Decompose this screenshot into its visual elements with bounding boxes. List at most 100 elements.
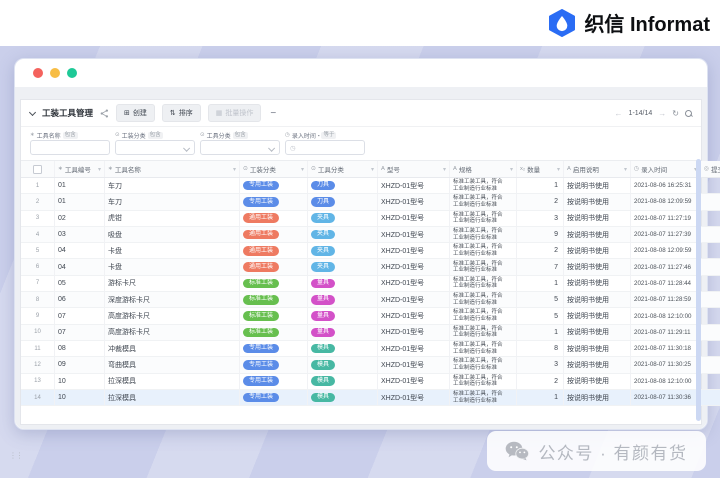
row-drag-handle[interactable]: ⋮⋮	[9, 447, 24, 463]
column-label: 提交者	[711, 167, 720, 174]
table-row[interactable]: 11 08 冲裁模具 专用工装 模具 XHZD-01型号 标准工装工具，符合 工业制造行业标准…	[21, 340, 720, 358]
tag-badge: 通用工装	[243, 213, 280, 224]
filter-operator-badge: 包含	[147, 131, 163, 139]
star-field-icon: ∗	[108, 166, 113, 172]
search-icon[interactable]	[685, 109, 692, 117]
filter-label: ⊙ 工装分类 包含	[115, 130, 195, 140]
table-row[interactable]: 1 01 车刀 专用工装 刀具 XHZD-01型号 标准工装工具，符合 工业制造行业标准 1 按说…	[21, 177, 720, 195]
column-menu-caret-icon[interactable]: ▾	[557, 166, 560, 173]
create-button[interactable]: ⊞ 创建	[116, 104, 155, 122]
filter-entry-time-input[interactable]: ◷	[285, 140, 365, 155]
filter-tooling-category-select[interactable]	[115, 140, 195, 155]
table-row[interactable]: 10 07 高度游标卡尺 标准工装 量具 XHZD-01型号 标准工装工具，符合 工业制造行业…	[21, 324, 720, 341]
brand-name: 织信 Informat	[584, 14, 710, 36]
batch-actions-label: 批量操作	[225, 110, 254, 117]
prev-page-arrow[interactable]: ←	[615, 109, 623, 118]
filter-tool-category-select[interactable]	[200, 140, 280, 155]
cell-row-index: 4	[21, 226, 55, 244]
cell-model: XHZD-01型号	[377, 193, 450, 211]
column-header-category[interactable]: ⊙ 工装分类 ▾	[239, 161, 308, 178]
table-row[interactable]: 2 01 车刀 专用工装 刀具 XHZD-01型号 标准工装工具，符合 工业制造行业标准 2 按说…	[21, 193, 720, 211]
cell-tool-type: 模具	[307, 340, 378, 358]
cell-model: XHZD-01型号	[377, 307, 450, 325]
column-header-code[interactable]: ∗ 工具编号 ▾	[54, 161, 105, 178]
cell-code: 09	[54, 356, 105, 374]
column-menu-caret-icon[interactable]: ▾	[443, 166, 446, 173]
minus-button[interactable]: −	[270, 108, 276, 119]
batch-actions-button[interactable]: ▦ 批量操作	[207, 104, 262, 122]
table-row[interactable]: 9 07 高度游标卡尺 标准工装 量具 XHZD-01型号 标准工装工具，符合 工业制造行业标…	[21, 307, 720, 325]
brand-hexagon-icon	[549, 8, 576, 37]
grid-icon: ▦	[215, 109, 223, 117]
cell-name: 卡盘	[104, 242, 240, 260]
table-row[interactable]: 14 10 拉深模具 专用工装 模具 XHZD-01型号 标准工装工具，符合 工业制造行业标准…	[21, 389, 720, 407]
window-close-button[interactable]	[33, 68, 43, 78]
table-row[interactable]: 6 04 卡盘 通用工装 夹具 XHZD-01型号 标准工装工具，符合 工业制造行业标准 7 按说…	[21, 258, 720, 276]
column-menu-caret-icon[interactable]: ▾	[98, 166, 101, 173]
sort-button-label: 排序	[178, 110, 193, 117]
column-menu-caret-icon[interactable]: ▾	[233, 166, 236, 173]
spec-line: 标准工装工具，符合	[453, 227, 503, 234]
column-menu-caret-icon[interactable]: ▾	[371, 166, 374, 173]
column-header-spec[interactable]: A 规格 ▾	[449, 161, 517, 178]
column-menu-caret-icon[interactable]: ▾	[510, 166, 513, 173]
cell-note: 按说明书使用	[563, 258, 631, 276]
cell-submitter	[700, 356, 720, 374]
option-field-icon: ⊙	[200, 132, 205, 138]
filter-field-name: 工具分类	[206, 133, 231, 140]
sort-button[interactable]: ⇅ 排序	[161, 104, 201, 122]
cell-time: 2021-08-08 12:09:59	[630, 242, 701, 260]
cell-category: 专用工装	[239, 177, 308, 195]
filter-tool-name-input[interactable]	[30, 140, 110, 155]
select-all-checkbox[interactable]	[33, 164, 42, 174]
cell-time: 2021-08-07 11:30:18	[630, 340, 701, 358]
spec-line: 工业制造行业标准	[453, 234, 498, 241]
vertical-scrollbar[interactable]	[696, 159, 701, 421]
table-row[interactable]: 12 09 弯曲模具 专用工装 模具 XHZD-01型号 标准工装工具，符合 工业制造行业标准…	[21, 356, 720, 374]
column-header-note[interactable]: A 启用说明 ▾	[563, 161, 631, 178]
cell-row-index: 2	[21, 193, 55, 211]
cell-time: 2021-08-07 11:30:36	[630, 389, 701, 407]
cell-time: 2021-08-08 12:09:59	[630, 193, 701, 211]
column-header-qty[interactable]: x₂ 数量 ▾	[516, 161, 564, 178]
cell-tool-type: 模具	[307, 389, 378, 407]
column-header-name[interactable]: ∗ 工具名称 ▾	[104, 161, 240, 178]
column-header-tool-type[interactable]: ⊙ 工具分类 ▾	[307, 161, 378, 178]
text-field-icon: A	[453, 166, 457, 172]
filter-label: ∗ 工具名称 包含	[30, 130, 110, 140]
cell-row-index: 6	[21, 258, 55, 276]
refresh-icon[interactable]: ↻	[672, 109, 679, 118]
text-field-icon: A	[381, 166, 385, 172]
column-header-select[interactable]	[21, 161, 55, 178]
window-minimize-button[interactable]	[50, 68, 60, 78]
table-row[interactable]: 8 06 深度游标卡尺 标准工装 量具 XHZD-01型号 标准工装工具，符合 工业制造行业标…	[21, 291, 720, 309]
cell-row-index: 7	[21, 275, 55, 293]
column-header-time[interactable]: ◷录入时间▾	[630, 161, 701, 178]
next-page-arrow[interactable]: →	[658, 109, 666, 118]
cell-tool-type: 夹具	[307, 226, 378, 244]
table-row[interactable]: 7 05 游标卡尺 标准工装 量具 XHZD-01型号 标准工装工具，符合 工业制造行业标准 1…	[21, 275, 720, 293]
cell-tool-type: 量具	[307, 324, 378, 341]
column-menu-caret-icon[interactable]: ▾	[301, 166, 304, 173]
collapse-chevron-icon[interactable]	[28, 108, 37, 116]
table-row[interactable]: 3 02 虎钳 通用工装 夹具 XHZD-01型号 标准工装工具，符合 工业制造行业标准 3 按说…	[21, 210, 720, 227]
cell-code: 10	[54, 373, 105, 390]
table-row[interactable]: 4 03 吸盘 通用工装 夹具 XHZD-01型号 标准工装工具，符合 工业制造行业标准 9 按说…	[21, 226, 720, 244]
column-header-submitter[interactable]: ◎提交者▾	[700, 161, 720, 178]
tag-badge: 模具	[311, 392, 336, 403]
column-header-model[interactable]: A 型号 ▾	[377, 161, 450, 178]
filter-tooling-category: ⊙ 工装分类 包含	[115, 130, 195, 155]
cell-submitter	[700, 340, 720, 358]
cell-name: 卡盘	[104, 258, 240, 276]
cell-submitter	[700, 242, 720, 260]
column-menu-caret-icon[interactable]: ▾	[624, 166, 627, 173]
cell-name: 吸盘	[104, 226, 240, 244]
table-row[interactable]: 13 10 拉深模具 专用工装 模具 XHZD-01型号 标准工装工具，符合 工业制造行业标准…	[21, 373, 720, 390]
share-icon[interactable]	[100, 108, 109, 118]
cell-tool-type: 量具	[307, 291, 378, 309]
plus-square-icon: ⊞	[124, 109, 130, 117]
tag-badge: 专用工装	[243, 392, 280, 403]
option-field-icon: ⊙	[115, 132, 120, 138]
window-zoom-button[interactable]	[67, 68, 77, 78]
table-row[interactable]: 5 04 卡盘 通用工装 夹具 XHZD-01型号 标准工装工具，符合 工业制造行业标准 2 按说…	[21, 242, 720, 260]
